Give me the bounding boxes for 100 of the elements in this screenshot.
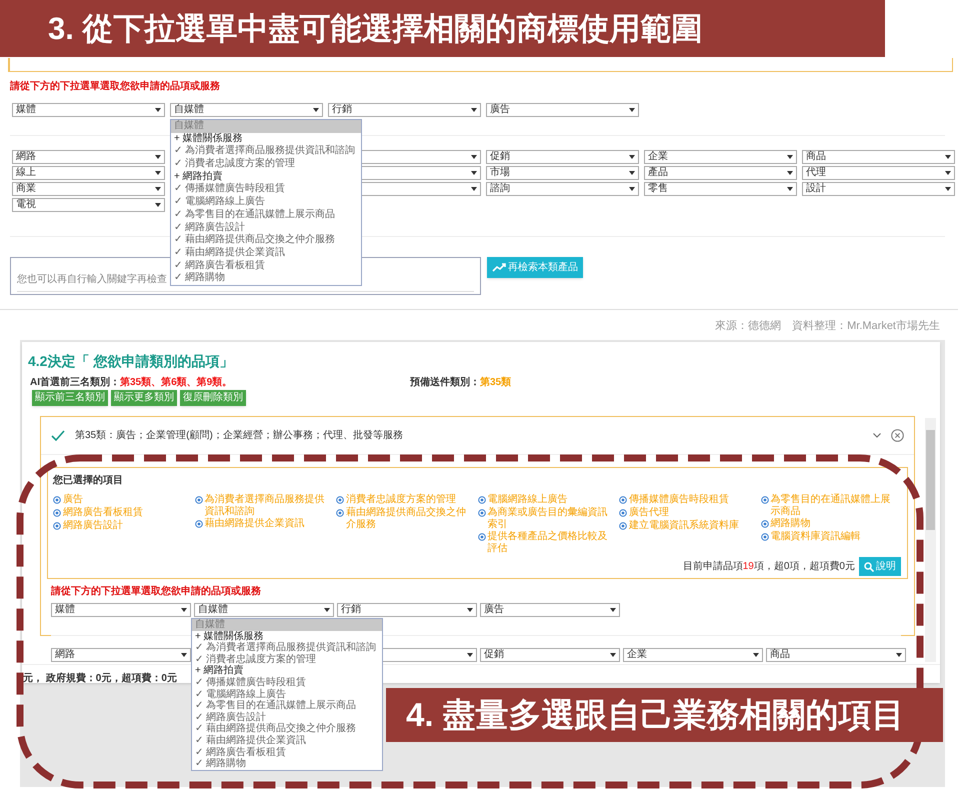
- caret-icon: [945, 187, 951, 191]
- dropdown-option[interactable]: ✓ 網路購物: [171, 272, 361, 285]
- dropdown-option[interactable]: + 網路拍賣: [171, 170, 361, 184]
- box-title: 您已選擇的項目: [53, 474, 124, 488]
- dropdown-select[interactable]: 商品: [766, 648, 906, 662]
- radio-dot-icon: [760, 496, 768, 504]
- dropdown-option[interactable]: ✓ 消費者忠誠度方案的管理: [192, 654, 382, 666]
- dropdown-select[interactable]: 線上: [12, 166, 165, 180]
- dropdown-option[interactable]: ✓ 為消費者選擇商品服務提供資訊和諮詢: [192, 642, 382, 654]
- dropdown-option[interactable]: ✓ 電腦網路線上廣告: [171, 196, 361, 209]
- radio-dot-icon: [336, 496, 344, 504]
- category-label: 預備送件類別：: [410, 377, 480, 389]
- caret-icon: [896, 653, 902, 657]
- dropdown-option[interactable]: ✓ 網路購物: [192, 758, 382, 770]
- caret-icon: [155, 108, 161, 112]
- dropdown-option[interactable]: ✓ 為零售目的在通訊媒體上展示商品: [192, 700, 382, 712]
- dropdown-option[interactable]: ✓ 藉由網路提供企業資訊: [192, 734, 382, 747]
- dropdown-select[interactable]: 自媒體: [194, 603, 334, 617]
- fee-summary: 元， 政府規費：0元，超項費：0元: [22, 672, 177, 683]
- category-button[interactable]: 顯示更多類別: [111, 390, 177, 406]
- radio-dot-icon: [619, 522, 627, 530]
- radio-dot-icon: [194, 496, 202, 504]
- dropdown-select[interactable]: 媒體: [12, 103, 165, 117]
- dropdown-select[interactable]: 企業: [644, 150, 797, 164]
- scrollbar-thumb[interactable]: [926, 430, 935, 530]
- close-icon: [891, 429, 904, 442]
- caret-icon: [787, 155, 793, 159]
- scrollbar[interactable]: [925, 418, 936, 662]
- dropdown-select[interactable]: 產品: [644, 166, 797, 180]
- count-value: 19: [742, 560, 754, 574]
- dropdown-select[interactable]: 自媒體: [170, 103, 323, 117]
- chevron-down-icon: [873, 433, 881, 438]
- caret-icon: [155, 203, 161, 207]
- radio-dot-icon: [478, 496, 486, 504]
- dropdown-option[interactable]: ✓ 網路廣告設計: [171, 222, 361, 234]
- dropdown-select[interactable]: 媒體: [51, 603, 191, 617]
- dropdown-select[interactable]: 行銷: [328, 103, 481, 117]
- dropdown-option[interactable]: ✓ 網路廣告看板租賃: [171, 260, 361, 272]
- dropdown-select[interactable]: 商品: [802, 150, 955, 164]
- caret-icon: [471, 155, 477, 159]
- slide-banner: 3. 從下拉選單中盡可能選擇相關的商標使用範圍: [0, 0, 885, 57]
- caret-icon: [610, 653, 616, 657]
- radio-dot-icon: [619, 509, 627, 517]
- dropdown-select[interactable]: 代理: [802, 166, 955, 180]
- dropdown-option[interactable]: + 網路拍賣: [192, 665, 382, 677]
- dropdown-option[interactable]: ✓ 藉由網路提供商品交換之仲介服務: [171, 234, 361, 247]
- source-caption: 來源：德德網 資料整理：Mr.Market市場先生: [715, 318, 940, 334]
- category-value: 第35類、第6類、第9類。: [120, 377, 232, 389]
- caret-icon: [324, 608, 330, 612]
- dropdown-select[interactable]: 市場: [486, 166, 639, 180]
- slide-banner: 4. 盡量多選跟自己業務相關的項目: [386, 688, 943, 742]
- dropdown-select[interactable]: 電視: [12, 198, 165, 212]
- dropdown-option[interactable]: ✓ 傳播媒體廣告時段租賃: [192, 676, 382, 689]
- caret-icon: [313, 108, 319, 112]
- trend-up-icon: [492, 263, 506, 272]
- caret-icon: [181, 653, 187, 657]
- dropdown-option[interactable]: ✓ 傳播媒體廣告時段租賃: [171, 183, 361, 196]
- dropdown-select[interactable]: 諮詢: [486, 182, 639, 196]
- radio-dot-icon: [760, 520, 768, 528]
- caret-icon: [945, 171, 951, 175]
- dropdown-select[interactable]: 廣告: [486, 103, 639, 117]
- dropdown-option[interactable]: + 媒體關係服務: [192, 630, 382, 642]
- dropdown-option[interactable]: ✓ 為消費者選擇商品服務提供資訊和諮詢: [171, 145, 361, 158]
- dropdown-select[interactable]: 企業: [623, 648, 763, 662]
- caret-icon: [471, 108, 477, 112]
- radio-dot-icon: [53, 509, 61, 517]
- dropdown-select[interactable]: 廣告: [480, 603, 620, 617]
- caret-icon: [467, 653, 473, 657]
- caret-icon: [629, 171, 635, 175]
- dropdown-select[interactable]: 網路: [12, 150, 165, 164]
- caret-icon: [155, 155, 161, 159]
- dropdown-option[interactable]: ✓ 消費者忠誠度方案的管理: [171, 158, 361, 171]
- dropdown-option[interactable]: ✓ 網路廣告設計: [192, 712, 382, 724]
- radio-dot-icon: [619, 496, 627, 504]
- section-heading: 請從下方的下拉選單選取您欲申請的品項或服務: [10, 80, 221, 94]
- radio-dot-icon: [53, 496, 61, 504]
- dropdown-option[interactable]: ✓ 藉由網路提供企業資訊: [171, 246, 361, 260]
- caret-icon: [629, 187, 635, 191]
- category-button[interactable]: 復原刪除類別: [180, 390, 246, 406]
- count-label: 目前申請品項: [682, 560, 743, 574]
- dropdown-option[interactable]: ✓ 藉由網路提供商品交換之仲介服務: [192, 723, 382, 735]
- dropdown-select[interactable]: 促銷: [480, 648, 620, 662]
- category-title: 第35類：廣告；企業管理(顧問)；企業經營；辦公事務；代理、批發等服務: [75, 428, 403, 443]
- radio-dot-icon: [194, 520, 202, 528]
- dropdown-select[interactable]: 商業: [12, 182, 165, 196]
- dropdown-select[interactable]: 零售: [644, 182, 797, 196]
- radio-dot-icon: [478, 509, 486, 517]
- caret-icon: [155, 171, 161, 175]
- dropdown-select[interactable]: 設計: [802, 182, 955, 196]
- dropdown-select[interactable]: 行銷: [337, 603, 477, 617]
- dropdown-select[interactable]: 網路: [51, 648, 191, 662]
- dropdown-option[interactable]: ✓ 為零售目的在通訊媒體上展示商品: [171, 208, 361, 222]
- caret-icon: [945, 155, 951, 159]
- dropdown-option[interactable]: + 媒體關係服務: [171, 132, 361, 146]
- category-value: 第35類: [480, 377, 512, 389]
- dropdown-option[interactable]: ✓ 電腦網路線上廣告: [192, 688, 382, 700]
- dropdown-option[interactable]: ✓ 網路廣告看板租賃: [192, 746, 382, 758]
- dropdown-select[interactable]: 促銷: [486, 150, 639, 164]
- section-title: 4.2決定「 您欲申請類別的品項」: [28, 352, 234, 371]
- category-button[interactable]: 顯示前三名類別: [32, 390, 108, 406]
